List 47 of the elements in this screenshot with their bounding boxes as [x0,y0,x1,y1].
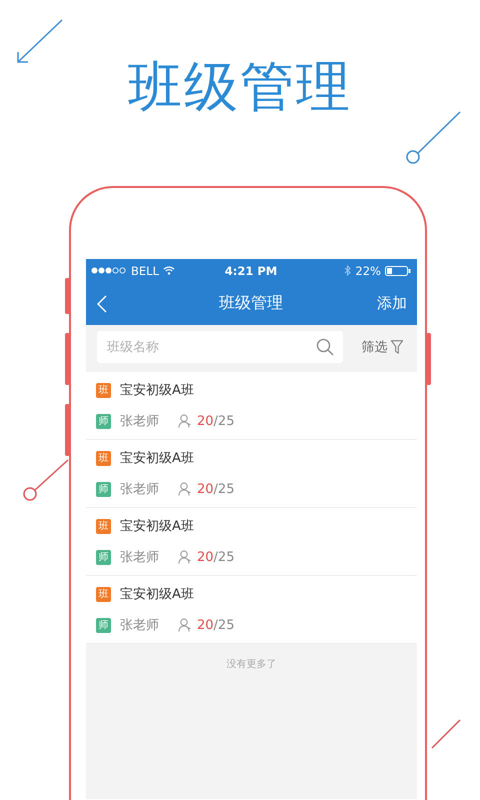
teacher-badge: 师 [96,618,111,632]
class-name: 宝安初级A班 [120,450,194,467]
teacher-name: 张老师 [120,549,159,566]
arrow-decoration [17,19,63,63]
bluetooth-icon [344,265,352,276]
teacher-name: 张老师 [120,413,159,430]
class-name: 宝安初级A班 [120,382,194,399]
signal-icon [91,267,127,274]
search-icon [316,338,334,356]
teacher-badge: 师 [96,482,111,496]
nav-title: 班级管理 [218,293,284,314]
student-count: 20/25 [197,482,234,496]
person-icon [178,482,192,496]
battery-icon [384,266,411,276]
class-list-item[interactable]: 班 宝安初级A班 师 张老师 20/25 [86,440,417,508]
person-icon [178,618,192,632]
teacher-name: 张老师 [120,481,159,498]
wifi-icon [162,266,175,275]
person-icon [178,550,192,564]
teacher-badge: 师 [96,550,111,564]
line-decoration [431,719,461,749]
teacher-badge: 师 [96,414,111,428]
class-name: 宝安初级A班 [120,518,194,535]
student-count: 20/25 [197,550,234,564]
class-list-item[interactable]: 班 宝安初级A班 师 张老师 20/25 [86,508,417,576]
person-icon [178,414,192,428]
filter-icon [390,340,402,354]
student-count: 20/25 [197,618,234,632]
class-list-item[interactable]: 班 宝安初级A班 师 张老师 20/25 [86,576,417,644]
class-badge: 班 [96,586,111,602]
filter-button[interactable]: 筛选 [347,337,417,357]
end-of-list-text: 没有更多了 [226,658,276,671]
search-field[interactable]: 班级名称 [97,331,343,363]
class-badge: 班 [96,518,111,534]
class-badge: 班 [96,382,111,398]
student-count: 20/25 [197,414,234,428]
carrier-name: BELL [131,264,159,278]
pin-decoration [406,111,461,164]
battery-percent: 22% [355,264,381,278]
status-time: 4:21 PM [224,264,278,278]
headline: 班级管理 [128,54,352,120]
class-list-item[interactable]: 班 宝安初级A班 师 张老师 20/25 [86,372,417,440]
add-button[interactable]: 添加 [375,294,409,313]
back-icon[interactable] [97,294,107,312]
teacher-name: 张老师 [120,617,159,634]
class-name: 宝安初级A班 [120,586,194,603]
class-badge: 班 [96,450,111,466]
